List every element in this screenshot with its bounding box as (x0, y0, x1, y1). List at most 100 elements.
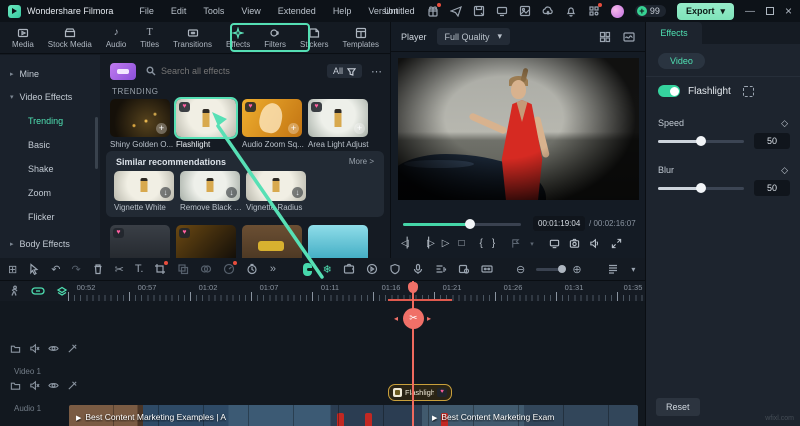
copy-icon[interactable] (177, 263, 189, 275)
track-mute-icon[interactable] (29, 343, 40, 354)
marker-button[interactable] (510, 238, 521, 249)
display-icon[interactable] (496, 5, 508, 17)
shield-icon[interactable] (389, 263, 401, 275)
search-box[interactable] (146, 66, 327, 76)
minimize-button[interactable] (745, 6, 755, 17)
export-frame-icon[interactable] (519, 5, 531, 17)
split-icon[interactable] (115, 263, 124, 276)
mask-icon[interactable] (742, 85, 754, 97)
favorite-heart-icon[interactable] (179, 102, 190, 112)
favorite-heart-icon[interactable] (311, 102, 322, 112)
crop-icon[interactable] (154, 261, 169, 275)
keyframe-diamond-icon[interactable] (781, 118, 788, 129)
blur-slider-knob[interactable] (696, 183, 706, 193)
sidebar-item-zoom[interactable]: Zoom (28, 188, 51, 198)
speed-ramp-icon[interactable] (223, 261, 238, 275)
tab-templates[interactable]: Templates (337, 25, 385, 51)
track-manager-dropdown-icon[interactable] (630, 265, 637, 274)
media-browser-icon[interactable] (8, 263, 17, 276)
track-hide-icon[interactable] (48, 380, 59, 391)
speed-value-field[interactable]: 50 (754, 133, 790, 149)
subtab-video[interactable]: Video (658, 53, 705, 69)
track-mute-icon[interactable] (29, 380, 40, 391)
sidebar-item-basic[interactable]: Basic (28, 140, 50, 150)
tab-titles[interactable]: T Titles (134, 25, 165, 51)
video-preview[interactable] (398, 58, 639, 200)
coins-badge[interactable]: + 99 (634, 5, 666, 17)
download-icon[interactable] (226, 187, 237, 198)
export-button[interactable]: Export (676, 2, 734, 20)
tab-stickers[interactable]: Stickers (294, 25, 334, 51)
previous-frame-button[interactable]: ◁▏ (401, 238, 414, 249)
speed-slider-knob[interactable] (696, 136, 706, 146)
tab-transitions[interactable]: Transitions (167, 25, 218, 51)
menu-tools[interactable]: Tools (203, 6, 224, 16)
undo-icon[interactable] (51, 263, 60, 276)
speed-slider[interactable] (658, 136, 744, 146)
sidebar-item-video-effects[interactable]: Video Effects (10, 92, 73, 102)
audio-separation-icon[interactable] (458, 263, 470, 275)
quality-select[interactable]: Full Quality (436, 28, 511, 45)
effect-enable-toggle[interactable] (658, 85, 680, 97)
zoom-in-icon[interactable] (572, 263, 581, 276)
download-icon[interactable] (292, 187, 303, 198)
playback-progress-knob[interactable] (465, 219, 475, 229)
record-voiceover-icon[interactable] (412, 263, 424, 275)
add-icon[interactable] (156, 123, 167, 134)
restore-button[interactable] (765, 7, 774, 15)
more-link[interactable]: More > (349, 157, 374, 166)
favorite-heart-icon[interactable] (245, 102, 256, 112)
track-lock-icon[interactable] (10, 343, 21, 354)
track-tools-icon[interactable] (67, 380, 78, 391)
sidebar-item-flicker[interactable]: Flicker (28, 212, 55, 222)
next-frame-button[interactable]: ▕▷ (421, 238, 434, 249)
display-mode-button[interactable] (549, 238, 560, 249)
effect-card-area-light[interactable] (308, 99, 368, 137)
timeline-ruler[interactable]: 00:52 00:57 01:02 01:07 01:11 01:16 01:2… (0, 281, 645, 301)
ai-effects-icon[interactable] (323, 263, 332, 276)
audio-stretch-icon[interactable] (435, 263, 447, 275)
snapshot-button[interactable] (569, 238, 580, 249)
menu-file[interactable]: File (139, 6, 154, 16)
reset-button[interactable]: Reset (656, 398, 700, 416)
sidebar-item-mine[interactable]: Mine (10, 69, 40, 79)
menu-help[interactable]: Help (333, 6, 352, 16)
track-lock-icon[interactable] (10, 380, 21, 391)
add-icon[interactable] (288, 123, 299, 134)
nudge-left-icon[interactable]: ◂ (394, 314, 398, 323)
quick-split-button[interactable] (403, 308, 424, 329)
effect-card-shiny-golden[interactable] (110, 99, 170, 137)
mark-out-button[interactable] (492, 238, 495, 249)
gift-icon[interactable] (427, 3, 441, 17)
track-hide-icon[interactable] (48, 343, 59, 354)
render-preview-icon[interactable] (366, 263, 378, 275)
save-icon[interactable] (473, 5, 485, 17)
sidebar-item-body-effects[interactable]: Body Effects (10, 239, 70, 249)
link-icon[interactable] (31, 285, 45, 297)
sidebar-item-trending[interactable]: Trending (28, 116, 63, 126)
playhead-line[interactable] (412, 281, 414, 426)
sidebar-item-shake[interactable]: Shake (28, 164, 54, 174)
menu-extended[interactable]: Extended (278, 6, 316, 16)
track-manager-icon[interactable] (607, 263, 619, 275)
tab-stock-media[interactable]: Stock Media (42, 25, 98, 51)
ai-assistant-icon[interactable] (110, 62, 136, 80)
keyframe-diamond-icon[interactable] (781, 165, 788, 176)
pointer-tool-icon[interactable] (28, 263, 40, 275)
more-options-icon[interactable] (371, 65, 382, 78)
timeline-zoom-slider[interactable] (536, 265, 567, 273)
zoom-out-icon[interactable] (516, 263, 525, 276)
more-tools-icon[interactable] (269, 263, 276, 275)
effect-card-remove-black-bg[interactable] (180, 171, 240, 201)
tab-audio[interactable]: Audio (100, 25, 132, 51)
mark-in-button[interactable] (480, 238, 483, 249)
filter-all-button[interactable]: All (326, 64, 362, 78)
download-icon[interactable] (160, 187, 171, 198)
tab-filters[interactable]: Filters (258, 25, 292, 51)
scopes-icon[interactable] (623, 31, 635, 43)
text-tool-icon[interactable]: T. (135, 263, 144, 275)
blur-value-field[interactable]: 50 (754, 180, 790, 196)
cloud-upload-icon[interactable] (542, 5, 554, 17)
timer-icon[interactable] (246, 263, 258, 275)
tab-media[interactable]: Media (6, 25, 40, 51)
